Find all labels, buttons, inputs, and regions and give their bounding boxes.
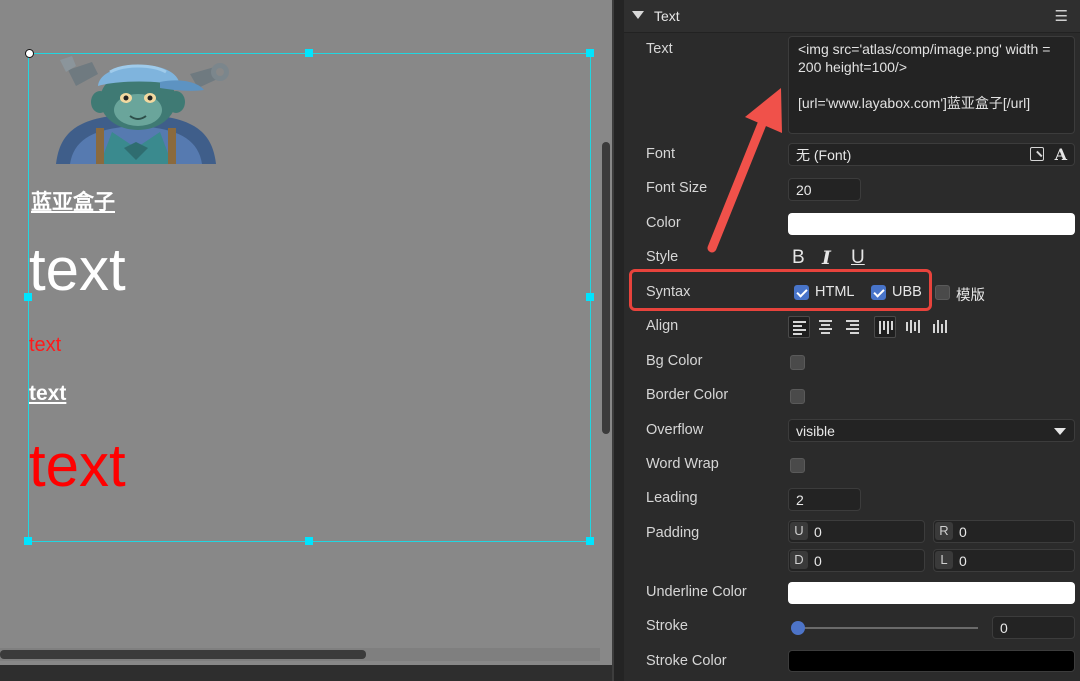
font-label: Font xyxy=(646,146,676,162)
large-red-text: text xyxy=(29,432,126,499)
align-label: Align xyxy=(646,318,679,334)
stroke-color-label: Stroke Color xyxy=(646,653,727,669)
stroke-slider-knob[interactable] xyxy=(791,621,805,635)
stroke-input[interactable]: 0 xyxy=(992,616,1075,639)
horizontal-scrollbar[interactable] xyxy=(0,650,366,659)
stroke-color-swatch[interactable] xyxy=(788,650,1075,672)
leading-input[interactable]: 2 xyxy=(788,488,861,511)
font-field[interactable]: 无 (Font) A xyxy=(788,143,1075,166)
bg-color-checkbox[interactable] xyxy=(790,355,805,370)
font-size-value: 20 xyxy=(796,181,812,198)
word-wrap-label: Word Wrap xyxy=(646,456,719,472)
border-color-checkbox[interactable] xyxy=(790,389,805,404)
text-label: Text xyxy=(646,41,673,57)
color-label: Color xyxy=(646,215,681,231)
padding-right-value: 0 xyxy=(959,523,967,540)
border-color-label: Border Color xyxy=(646,387,729,403)
stroke-label: Stroke xyxy=(646,618,688,634)
template-checkbox[interactable] xyxy=(935,285,950,300)
overflow-select[interactable]: visible xyxy=(788,419,1075,442)
link-text: 蓝亚盒子 xyxy=(31,191,115,214)
underlined-text: text xyxy=(29,382,67,405)
font-browse-icon[interactable]: A xyxy=(1055,145,1067,164)
inspector-panel: Text ☰ Text <img src='atlas/comp/image.p… xyxy=(614,0,1080,681)
padding-left-value: 0 xyxy=(959,552,967,569)
font-size-label: Font Size xyxy=(646,180,708,196)
bg-color-label: Bg Color xyxy=(646,353,703,369)
text-input[interactable]: <img src='atlas/comp/image.png' width = … xyxy=(788,36,1075,134)
font-size-input[interactable]: 20 xyxy=(788,178,861,201)
horizontal-scroll-track xyxy=(0,665,614,681)
underline-color-swatch[interactable] xyxy=(788,582,1075,604)
resize-handle-top[interactable] xyxy=(305,49,313,57)
text-section-header[interactable]: Text ☰ xyxy=(624,0,1080,33)
vertical-scrollbar[interactable] xyxy=(602,142,610,434)
section-menu-icon[interactable]: ☰ xyxy=(1055,7,1068,25)
small-red-text: text xyxy=(29,334,62,356)
align-center-icon[interactable] xyxy=(815,316,837,338)
padding-left-key: L xyxy=(935,551,953,569)
resize-handle-bottom-right[interactable] xyxy=(586,537,594,545)
chevron-down-icon xyxy=(1054,428,1066,435)
align-right-icon[interactable] xyxy=(842,316,864,338)
valign-top-icon[interactable] xyxy=(874,316,896,338)
leading-label: Leading xyxy=(646,490,698,506)
padding-right-input[interactable]: R 0 xyxy=(933,520,1075,543)
padding-bottom-value: 0 xyxy=(814,552,822,569)
padding-left-input[interactable]: L 0 xyxy=(933,549,1075,572)
padding-top-value: 0 xyxy=(814,523,822,540)
align-left-icon[interactable] xyxy=(788,316,810,338)
overflow-label: Overflow xyxy=(646,422,704,438)
scene-canvas[interactable]: 蓝亚盒子 text text text text xyxy=(0,0,614,681)
padding-top-key: U xyxy=(790,522,808,540)
overflow-value: visible xyxy=(796,422,835,439)
inspector-gutter xyxy=(614,0,624,681)
leading-value: 2 xyxy=(796,491,804,508)
valign-middle-icon[interactable] xyxy=(902,316,924,338)
section-title: Text xyxy=(654,8,680,24)
valign-bottom-icon[interactable] xyxy=(929,316,951,338)
padding-top-input[interactable]: U 0 xyxy=(788,520,925,543)
monkey-character-image xyxy=(56,56,229,164)
font-value: 无 (Font) xyxy=(796,146,852,163)
syntax-highlight-box xyxy=(629,269,932,311)
underline-button[interactable]: U xyxy=(851,247,865,269)
resize-handle-top-right[interactable] xyxy=(586,49,594,57)
template-checkbox-label: 模版 xyxy=(956,288,985,304)
padding-right-key: R xyxy=(935,522,953,540)
bold-button[interactable]: B xyxy=(792,247,805,269)
pivot-point[interactable] xyxy=(25,49,34,58)
font-pick-icon[interactable] xyxy=(1030,147,1044,161)
padding-label: Padding xyxy=(646,525,700,541)
resize-handle-bottom[interactable] xyxy=(305,537,313,545)
padding-bottom-input[interactable]: D 0 xyxy=(788,549,925,572)
padding-bottom-key: D xyxy=(790,551,808,569)
word-wrap-checkbox[interactable] xyxy=(790,458,805,473)
resize-handle-right[interactable] xyxy=(586,293,594,301)
collapse-triangle-icon[interactable] xyxy=(632,11,644,19)
stroke-slider-track[interactable] xyxy=(798,627,978,629)
large-white-text: text xyxy=(29,236,126,303)
color-swatch[interactable] xyxy=(788,213,1075,235)
style-label: Style xyxy=(646,249,679,265)
stroke-value: 0 xyxy=(1000,619,1008,636)
underline-color-label: Underline Color xyxy=(646,584,747,600)
italic-button[interactable]: I xyxy=(822,247,831,269)
resize-handle-bottom-left[interactable] xyxy=(24,537,32,545)
